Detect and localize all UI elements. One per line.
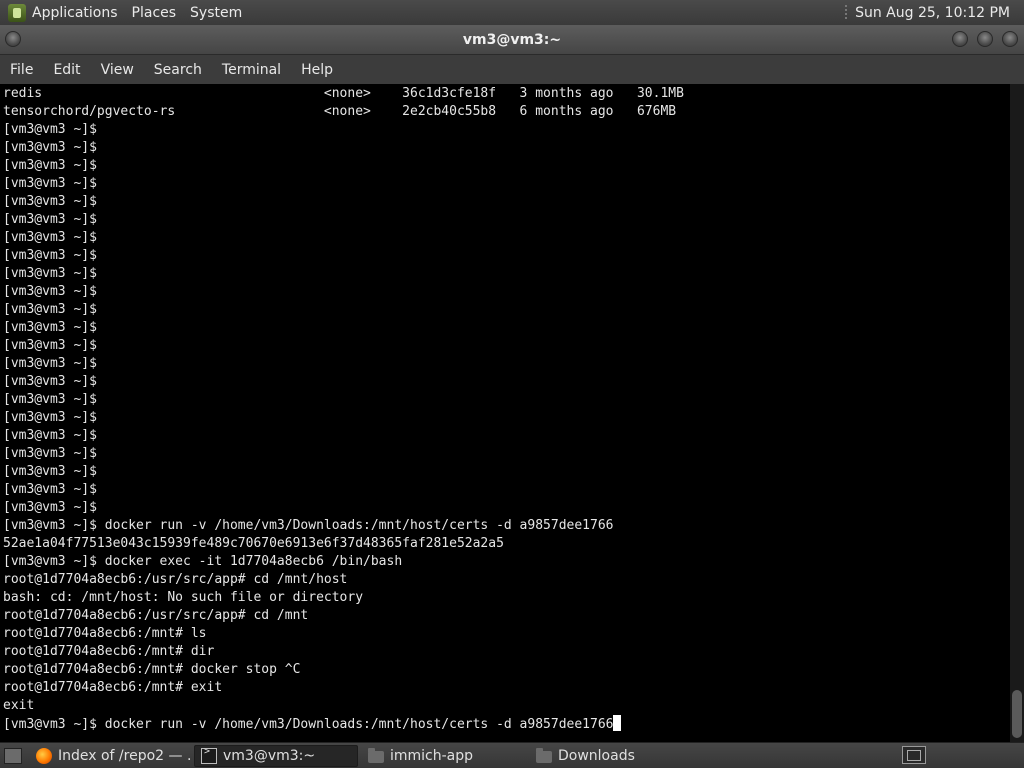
system-menu[interactable]: System xyxy=(190,5,252,21)
terminal-line: [vm3@vm3 ~]$ xyxy=(3,230,97,245)
terminal-line: [vm3@vm3 ~]$ xyxy=(3,140,97,155)
terminal-line: [vm3@vm3 ~]$ docker run -v /home/vm3/Dow… xyxy=(3,518,614,533)
menu-search[interactable]: Search xyxy=(154,62,202,78)
window-titlebar[interactable]: vm3@vm3:~ xyxy=(0,25,1024,55)
distro-logo-icon[interactable] xyxy=(8,3,26,22)
task-downloads[interactable]: Downloads xyxy=(530,745,694,767)
task-label: Downloads xyxy=(558,747,635,764)
menu-file[interactable]: File xyxy=(10,62,33,78)
task-terminal[interactable]: vm3@vm3:~ xyxy=(194,744,358,767)
menubar: File Edit View Search Terminal Help xyxy=(0,55,1024,84)
scrollbar-thumb[interactable] xyxy=(1012,690,1022,738)
task-firefox[interactable]: Index of /repo2 — ... xyxy=(30,745,190,767)
terminal-line: root@1d7704a8ecb6:/mnt# docker stop ^C xyxy=(3,662,301,677)
terminal-line: [vm3@vm3 ~]$ xyxy=(3,212,97,227)
task-label: Index of /repo2 — ... xyxy=(58,747,190,764)
terminal-icon xyxy=(201,746,217,764)
terminal-line: [vm3@vm3 ~]$ xyxy=(3,284,97,299)
menu-terminal[interactable]: Terminal xyxy=(222,62,281,78)
clock[interactable]: Sun Aug 25, 10:12 PM xyxy=(855,5,1024,21)
bottom-panel: Index of /repo2 — ... vm3@vm3:~ immich-a… xyxy=(0,742,1024,768)
terminal-line: [vm3@vm3 ~]$ xyxy=(3,338,97,353)
menu-help[interactable]: Help xyxy=(301,62,333,78)
menu-edit[interactable]: Edit xyxy=(53,62,80,78)
places-menu[interactable]: Places xyxy=(132,5,187,21)
window-title: vm3@vm3:~ xyxy=(462,32,562,48)
terminal-line: [vm3@vm3 ~]$ xyxy=(3,320,97,335)
task-label: vm3@vm3:~ xyxy=(223,747,316,764)
terminal-scrollbar[interactable] xyxy=(1010,84,1024,742)
terminal-line: exit xyxy=(3,698,35,713)
show-desktop-button[interactable] xyxy=(4,747,22,764)
terminal-line: root@1d7704a8ecb6:/usr/src/app# cd /mnt xyxy=(3,608,309,623)
firefox-icon xyxy=(36,747,52,764)
terminal-line: [vm3@vm3 ~]$ xyxy=(3,464,97,479)
terminal-line: [vm3@vm3 ~]$ xyxy=(3,194,97,209)
menu-view[interactable]: View xyxy=(101,62,134,78)
top-panel: Applications Places System Sun Aug 25, 1… xyxy=(0,0,1024,25)
maximize-button[interactable] xyxy=(977,31,993,47)
terminal-line: [vm3@vm3 ~]$ xyxy=(3,356,97,371)
applications-menu[interactable]: Applications xyxy=(32,5,128,21)
close-button[interactable] xyxy=(1002,31,1018,47)
terminal-line: [vm3@vm3 ~]$ xyxy=(3,428,97,443)
terminal-line: [vm3@vm3 ~]$ xyxy=(3,374,97,389)
terminal-line: root@1d7704a8ecb6:/usr/src/app# cd /mnt/… xyxy=(3,572,348,587)
terminal-line: [vm3@vm3 ~]$ xyxy=(3,392,97,407)
task-immich-app[interactable]: immich-app xyxy=(362,745,526,767)
terminal-line: [vm3@vm3 ~]$ xyxy=(3,482,97,497)
terminal-line: 52ae1a04f77513e043c15939fe489c70670e6913… xyxy=(3,536,504,551)
terminal-line: [vm3@vm3 ~]$ docker exec -it 1d7704a8ecb… xyxy=(3,554,403,569)
terminal-line: [vm3@vm3 ~]$ xyxy=(3,158,97,173)
terminal-line: [vm3@vm3 ~]$ xyxy=(3,446,97,461)
terminal-line: [vm3@vm3 ~]$ xyxy=(3,176,97,191)
terminal-line: tensorchord/pgvecto-rs <none> 2e2cb40c55… xyxy=(3,104,677,119)
text-cursor xyxy=(613,715,622,731)
terminal-line: [vm3@vm3 ~]$ xyxy=(3,122,97,137)
terminal-line: [vm3@vm3 ~]$ xyxy=(3,248,97,263)
terminal-line: [vm3@vm3 ~]$ xyxy=(3,410,97,425)
folder-icon xyxy=(536,747,552,763)
terminal-line: [vm3@vm3 ~]$ xyxy=(3,500,97,515)
terminal-line: [vm3@vm3 ~]$ xyxy=(3,266,97,281)
panel-separator xyxy=(845,4,848,21)
folder-icon xyxy=(368,747,384,763)
terminal-input-line[interactable]: [vm3@vm3 ~]$ docker run -v /home/vm3/Dow… xyxy=(3,715,1010,733)
terminal-line: redis <none> 36c1d3cfe18f 3 months ago 3… xyxy=(3,86,684,101)
terminal-current-input[interactable]: [vm3@vm3 ~]$ docker run -v /home/vm3/Dow… xyxy=(3,717,613,732)
minimize-button[interactable] xyxy=(952,31,968,47)
terminal-line: root@1d7704a8ecb6:/mnt# dir xyxy=(3,644,215,659)
terminal-line: root@1d7704a8ecb6:/mnt# exit xyxy=(3,680,223,695)
task-label: immich-app xyxy=(390,747,474,764)
terminal-line: [vm3@vm3 ~]$ xyxy=(3,302,97,317)
workspace-switcher[interactable] xyxy=(902,746,926,764)
terminal-line: root@1d7704a8ecb6:/mnt# ls xyxy=(3,626,207,641)
terminal-line: bash: cd: /mnt/host: No such file or dir… xyxy=(3,590,364,605)
terminal-output[interactable]: redis <none> 36c1d3cfe18f 3 months ago 3… xyxy=(0,84,1010,742)
